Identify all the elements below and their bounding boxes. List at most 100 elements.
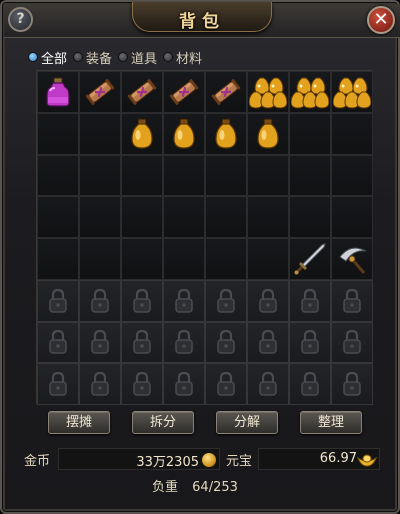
- empty-slot[interactable]: [247, 154, 289, 197]
- gold-field: 33万2305: [58, 448, 220, 470]
- empty-slot[interactable]: [163, 154, 205, 197]
- lock-icon: [89, 371, 111, 397]
- empty-slot[interactable]: [37, 112, 79, 155]
- locked-slot[interactable]: [163, 363, 205, 405]
- item-slot[interactable]: [205, 112, 247, 155]
- empty-slot[interactable]: [289, 112, 331, 155]
- item-slot[interactable]: [163, 112, 205, 155]
- split-button[interactable]: 拆分: [132, 411, 194, 434]
- empty-slot[interactable]: [205, 196, 247, 238]
- elixir-bundle-icon: [249, 74, 287, 110]
- empty-slot[interactable]: [79, 154, 121, 197]
- empty-slot[interactable]: [79, 238, 121, 280]
- empty-slot[interactable]: [37, 196, 79, 238]
- locked-slot[interactable]: [289, 279, 331, 322]
- locked-slot[interactable]: [331, 279, 373, 322]
- item-slot[interactable]: [247, 71, 289, 113]
- locked-slot[interactable]: [79, 279, 121, 322]
- tab-items[interactable]: 道具: [118, 47, 159, 67]
- empty-slot[interactable]: [79, 196, 121, 238]
- item-slot[interactable]: [121, 112, 163, 155]
- inventory-grid: [36, 70, 373, 405]
- locked-slot[interactable]: [205, 363, 247, 405]
- help-button[interactable]: ?: [8, 7, 33, 32]
- locked-slot[interactable]: [79, 321, 121, 364]
- locked-slot[interactable]: [37, 363, 79, 405]
- yuanbao-field: 66.97: [258, 448, 380, 470]
- item-slot[interactable]: [121, 71, 163, 113]
- item-slot[interactable]: [37, 71, 79, 113]
- item-slot[interactable]: [79, 71, 121, 113]
- tab-equipment[interactable]: 装备: [73, 47, 114, 67]
- item-slot[interactable]: [331, 71, 373, 113]
- locked-slot[interactable]: [37, 321, 79, 364]
- locked-slot[interactable]: [121, 279, 163, 322]
- category-tabs: 全部 装备 道具 材料: [28, 46, 378, 68]
- empty-slot[interactable]: [121, 238, 163, 280]
- locked-slot[interactable]: [247, 279, 289, 322]
- empty-slot[interactable]: [331, 154, 373, 197]
- empty-slot[interactable]: [247, 196, 289, 238]
- locked-slot[interactable]: [121, 363, 163, 405]
- locked-slot[interactable]: [205, 321, 247, 364]
- stall-button[interactable]: 摆摊: [48, 411, 110, 434]
- empty-slot[interactable]: [331, 196, 373, 238]
- weight-row: 负重 64/253: [152, 476, 248, 495]
- item-slot[interactable]: [247, 112, 289, 155]
- tab-all[interactable]: 全部: [28, 47, 69, 67]
- decompose-button[interactable]: 分解: [216, 411, 278, 434]
- locked-slot[interactable]: [289, 321, 331, 364]
- empty-slot[interactable]: [331, 112, 373, 155]
- empty-slot[interactable]: [163, 238, 205, 280]
- elixir-icon: [171, 117, 197, 151]
- empty-slot[interactable]: [163, 196, 205, 238]
- empty-slot[interactable]: [121, 196, 163, 238]
- locked-slot[interactable]: [331, 363, 373, 405]
- item-slot[interactable]: [163, 71, 205, 113]
- locked-slot[interactable]: [121, 321, 163, 364]
- lock-icon: [341, 329, 363, 355]
- locked-slot[interactable]: [163, 279, 205, 322]
- close-button[interactable]: ✕: [367, 6, 395, 34]
- sort-button[interactable]: 整理: [300, 411, 362, 434]
- locked-slot[interactable]: [79, 363, 121, 405]
- item-slot[interactable]: [289, 71, 331, 113]
- locked-slot[interactable]: [247, 363, 289, 405]
- elixir-icon: [129, 117, 155, 151]
- item-slot[interactable]: [289, 238, 331, 280]
- locked-slot[interactable]: [37, 279, 79, 322]
- empty-slot[interactable]: [121, 154, 163, 197]
- lock-icon: [215, 329, 237, 355]
- lock-icon: [257, 371, 279, 397]
- locked-slot[interactable]: [163, 321, 205, 364]
- elixir-bundle-icon: [333, 74, 371, 110]
- locked-slot[interactable]: [289, 363, 331, 405]
- empty-slot[interactable]: [37, 238, 79, 280]
- lock-icon: [131, 329, 153, 355]
- empty-slot[interactable]: [289, 154, 331, 197]
- window-title: 背包: [179, 12, 225, 32]
- empty-slot[interactable]: [247, 238, 289, 280]
- scroll-icon: [208, 75, 244, 109]
- locked-slot[interactable]: [205, 279, 247, 322]
- lock-icon: [47, 371, 69, 397]
- empty-slot[interactable]: [205, 238, 247, 280]
- locked-slot[interactable]: [331, 321, 373, 364]
- empty-slot[interactable]: [37, 154, 79, 197]
- scroll-icon: [124, 75, 160, 109]
- tab-label: 装备: [86, 51, 113, 67]
- lock-icon: [89, 288, 111, 314]
- item-slot[interactable]: [205, 71, 247, 113]
- tab-label: 全部: [41, 51, 68, 67]
- tab-materials[interactable]: 材料: [163, 47, 204, 67]
- empty-slot[interactable]: [79, 112, 121, 155]
- yuanbao-icon: [357, 454, 377, 467]
- empty-slot[interactable]: [205, 154, 247, 197]
- item-slot[interactable]: [331, 238, 373, 280]
- elixir-bundle-icon: [291, 74, 329, 110]
- scroll-icon: [82, 75, 118, 109]
- empty-slot[interactable]: [289, 196, 331, 238]
- lock-icon: [341, 288, 363, 314]
- locked-slot[interactable]: [247, 321, 289, 364]
- potion-icon: [41, 75, 75, 109]
